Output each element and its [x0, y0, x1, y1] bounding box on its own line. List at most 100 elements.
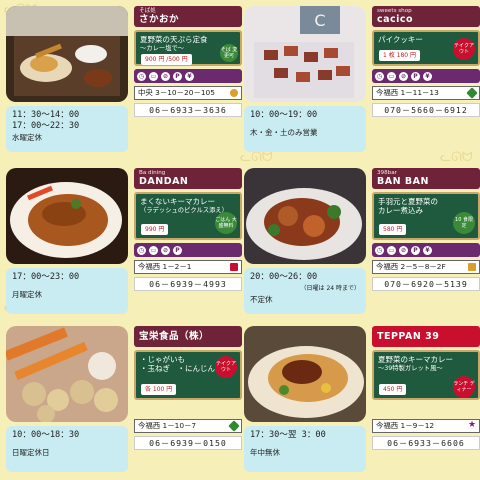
vegetables-photo [6, 326, 128, 422]
restaurant-card-dandan: 17：00～23：00 月曜定休 Ba dining DANDAN まくないキー… [6, 168, 242, 318]
price-label: 450 円 [379, 384, 407, 395]
card-icon: ▭ [387, 245, 396, 255]
address-text: 中央 3－10－20－105 [138, 88, 215, 97]
hours-line: 17：30～翌 3：00 [250, 430, 326, 440]
shop-name: BAN BAN [377, 176, 429, 187]
map-marker-icon [230, 263, 238, 271]
hours-line: 17：00～22：30 [12, 121, 80, 131]
address: 今福西 1－11－13 [372, 86, 480, 100]
map-marker-icon [466, 87, 478, 99]
shop-name: 宝栄食品（株） [139, 331, 210, 342]
yen-icon: ¥ [423, 245, 432, 255]
yen-icon: ¥ [185, 71, 194, 81]
menu-board: ・じゃがいも ・玉ねぎ ・にんじん 各 100 円 テイクアウト [134, 350, 242, 400]
smoke-icon: ⊘ [399, 71, 408, 81]
restaurant-card-teppan39: 17：30～翌 3：00 年中無休 TEPPAN 39 夏野菜のキーマカレー ～… [244, 326, 480, 476]
price-label: 900 円 /500 円 [141, 54, 192, 65]
menu-board: 夏野菜の天ぷら定食 ～カレー塩で～ 900 円 /500 円 そば 変更可 [134, 30, 242, 66]
business-hours: 17：30～翌 3：00 年中無休 [244, 426, 366, 472]
hours-line: 10：00～19：00 [250, 110, 318, 120]
business-hours: 20：00～26：00 （日曜は 24 時まで） 不定休 [244, 268, 366, 314]
closed-day: 日曜定休日 [12, 448, 50, 457]
smoke-icon: ⊘ [399, 245, 408, 255]
card-icon: ▭ [149, 245, 158, 255]
star-icon: ★ [468, 420, 477, 430]
chicken-curry-photo [244, 168, 366, 264]
price-label: 各 100 円 [141, 384, 177, 395]
address: 今福西 1－10－7 [134, 419, 242, 433]
phone-number: 06－6933－6606 [372, 436, 480, 450]
shop-name-bar: 宝栄食品（株） [134, 326, 242, 347]
hours-line: 20：00～26：00 [250, 272, 318, 282]
shop-category: Ba dining [139, 170, 166, 176]
menu-board: 手羽元と夏野菜の カレー煮込み 580 円 10 食限定 [372, 192, 480, 240]
address-text: 今福西 1－9－12 [376, 421, 435, 430]
business-hours: 10：00～18：30 日曜定休日 [6, 426, 128, 472]
closed-day: 年中無休 [250, 448, 280, 457]
shop-category: 398bar [377, 170, 397, 176]
parking-icon: P [411, 71, 420, 81]
map-marker-icon [468, 263, 476, 271]
address-text: 今福西 1－10－7 [138, 421, 197, 430]
address: 今福西 1－2－1 [134, 260, 242, 274]
promo-badge: 10 食限定 [453, 212, 475, 234]
shop-name: さかおか [139, 14, 180, 25]
svg-text:C: C [314, 11, 325, 30]
parking-icon: P [173, 71, 182, 81]
parking-icon: P [173, 245, 182, 255]
shop-category: そば処 [139, 8, 156, 14]
phone-number: 06－6933－3636 [134, 103, 242, 117]
address: 今福西 1－9－12 ★ [372, 419, 480, 433]
promo-badge: テイクアウト [215, 356, 237, 378]
map-marker-icon [230, 89, 238, 97]
service-icons: ◷ ▭ ⊘ P ¥ [372, 69, 480, 83]
menu-item: まくないキーマカレー [140, 197, 215, 206]
menu-item: 夏野菜のキーマカレー [378, 355, 453, 364]
business-hours: 10：00～19：00 木・金・土のみ営業 [244, 106, 366, 152]
price-label: 990 円 [141, 224, 169, 235]
galette-curry-photo [244, 326, 366, 422]
smoke-icon: ⊘ [161, 71, 170, 81]
shop-name: TEPPAN 39 [377, 331, 440, 342]
restaurant-card-hoei-foods: 10：00～18：30 日曜定休日 宝栄食品（株） ・じゃがいも ・玉ねぎ ・に… [6, 326, 242, 476]
address-text: 今福西 1－2－1 [138, 262, 192, 271]
restaurant-card-cacico: C 10：00～19：00 木・金・土のみ営業 sweets shop caci… [244, 6, 480, 156]
hours-line: 10：00～18：30 [12, 430, 80, 440]
clock-icon: ◷ [375, 245, 384, 255]
shop-name-bar: Ba dining DANDAN [134, 168, 242, 189]
menu-board: 夏野菜のキーマカレー ～39特製ガレット風～ 450 円 ランチ ディナー [372, 350, 480, 400]
clock-icon: ◷ [137, 245, 146, 255]
card-icon: ▭ [387, 71, 396, 81]
closed-day: 木・金・土のみ営業 [250, 128, 318, 137]
address-text: 今福西 1－11－13 [376, 88, 439, 97]
service-icons: ◷ ▭ ⊘ P ¥ [372, 243, 480, 257]
hours-note: （日曜は 24 時まで） [300, 285, 360, 292]
parking-icon: P [411, 245, 420, 255]
closed-day: 月曜定休 [12, 290, 42, 299]
yen-icon: ¥ [423, 71, 432, 81]
phone-number: 06－6939－0150 [134, 436, 242, 450]
promo-badge: テイクアウト [453, 38, 475, 60]
shop-name-bar: そば処 さかおか [134, 6, 242, 27]
smoke-icon: ⊘ [161, 245, 170, 255]
promo-badge: ごはん 大盛無料 [215, 212, 237, 234]
phone-number: 070－6920－5139 [372, 277, 480, 291]
menu-item: 手羽元と夏野菜の [378, 197, 438, 206]
pie-cookie-photo: C [244, 6, 366, 102]
card-icon: ▭ [149, 71, 158, 81]
shop-name-bar: sweets shop cacico [372, 6, 480, 27]
phone-number: 06－6939－4993 [134, 277, 242, 291]
business-hours: 11：30～14：00 17：00～22：30 水曜定休 [6, 106, 128, 152]
tempura-set-photo [6, 6, 128, 102]
service-icons: ◷ ▭ ⊘ P ¥ [134, 69, 242, 83]
menu-item: 夏野菜の天ぷら定食 [140, 35, 208, 44]
menu-board: パイクッキー 1 枚 180 円 テイクアウト [372, 30, 480, 66]
clock-icon: ◷ [137, 71, 146, 81]
closed-day: 水曜定休 [12, 133, 42, 142]
keema-curry-photo [6, 168, 128, 264]
shop-name: cacico [377, 14, 414, 25]
promo-badge: ランチ ディナー [453, 376, 475, 398]
phone-number: 070－5660－6912 [372, 103, 480, 117]
price-label: 580 円 [379, 224, 407, 235]
promo-badge: そば 変更可 [220, 44, 238, 62]
